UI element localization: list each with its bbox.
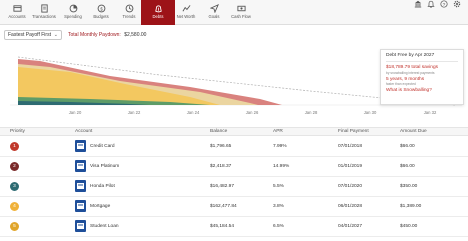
settings-icon[interactable] xyxy=(453,0,461,8)
snowballing-link[interactable]: What is Snowballing? xyxy=(386,88,458,93)
priority-badge: 3 xyxy=(10,182,19,191)
final-payment: 07/01/2020 xyxy=(338,184,363,189)
apr: 14.99% xyxy=(273,164,290,169)
apr: 6.5% xyxy=(273,224,284,229)
priority-badge: 4 xyxy=(10,202,19,211)
x-tick-label: Jan 30 xyxy=(364,110,377,115)
help-icon[interactable]: ? xyxy=(440,0,448,8)
final-payment: 07/01/2018 xyxy=(338,144,363,149)
top-navigation: Accounts Transactions Spending $ Budgets… xyxy=(0,0,468,25)
x-tick-label: Jan 32 xyxy=(424,110,437,115)
account-name: Mortgage xyxy=(90,204,111,209)
time-saved-note: faster than expected xyxy=(386,82,416,87)
bank-logo-icon xyxy=(75,140,86,152)
final-payment: 04/01/2027 xyxy=(338,224,363,229)
x-tick-label: Jan 24 xyxy=(187,110,200,115)
nav-cash-flow[interactable]: Cash Flow xyxy=(224,0,258,25)
priority-badge: 2 xyxy=(10,162,19,171)
bank-logo-icon xyxy=(75,220,86,232)
balance: $16,482.97 xyxy=(210,184,235,189)
priority-badge: 5 xyxy=(10,222,19,231)
amount-due: $450.00 xyxy=(400,224,418,229)
payoff-strategy-select[interactable]: Fastest Payoff First ⌄ xyxy=(4,30,62,40)
col-account[interactable]: Account xyxy=(75,128,92,136)
nav-label: Cash Flow xyxy=(231,14,251,19)
table-row[interactable]: 5 Student Loan $45,184.54 6.5% 04/01/202… xyxy=(0,217,468,237)
bank-logo-icon xyxy=(75,180,86,192)
x-tick-label: Jan 22 xyxy=(128,110,141,115)
final-payment: 01/01/2019 xyxy=(338,164,363,169)
accounts-icon xyxy=(12,5,22,12)
table-row[interactable]: 4 Mortgage $162,477.84 3.8% 06/01/2028 $… xyxy=(0,197,468,217)
transactions-icon xyxy=(40,4,48,13)
col-amount-due[interactable]: Amount Due xyxy=(400,128,427,136)
col-priority[interactable]: Priority xyxy=(10,128,25,136)
debts-icon xyxy=(154,5,162,13)
bank-icon[interactable] xyxy=(414,0,422,8)
net-worth-icon xyxy=(182,5,190,12)
balance: $162,477.84 xyxy=(210,204,237,209)
x-tick-label: Jan 28 xyxy=(305,110,318,115)
account-name: Visa Platinum xyxy=(90,164,120,169)
svg-text:?: ? xyxy=(443,2,446,8)
balance: $1,796.65 xyxy=(210,144,232,149)
paydown-value: $2,580.00 xyxy=(124,32,147,38)
priority-badge: 1 xyxy=(10,142,19,151)
total-savings-note: by snowballing interest payments xyxy=(386,70,435,75)
col-final-payment[interactable]: Final Payment xyxy=(338,128,369,136)
apr: 7.99% xyxy=(273,144,287,149)
table-row[interactable]: 2 Visa Platinum $2,418.37 14.99% 01/01/2… xyxy=(0,157,468,177)
account-name: Student Loan xyxy=(90,224,119,229)
strategy-value: Fastest Payoff First xyxy=(8,32,51,38)
svg-text:$: $ xyxy=(100,6,103,11)
apr: 5.5% xyxy=(273,184,284,189)
cash-flow-icon xyxy=(236,5,246,12)
table-row[interactable]: 1 Credit Card $1,796.65 7.99% 07/01/2018… xyxy=(0,137,468,157)
amount-due: $1,389.00 xyxy=(400,204,422,209)
table-row[interactable]: 3 Honda Pilot $16,482.97 5.5% 07/01/2020… xyxy=(0,177,468,197)
bank-logo-icon xyxy=(75,200,86,212)
x-tick-label: Jan 26 xyxy=(246,110,259,115)
monthly-paydown-summary: Total Monthly Paydown: $2,580.00 xyxy=(68,30,146,40)
chevron-down-icon: ⌄ xyxy=(53,32,58,38)
col-balance[interactable]: Balance xyxy=(210,128,227,136)
bell-icon[interactable] xyxy=(427,0,435,8)
x-tick-label: Jan 20 xyxy=(69,110,82,115)
goals-icon xyxy=(209,4,219,13)
paydown-label: Total Monthly Paydown: xyxy=(68,32,121,38)
spending-icon xyxy=(69,4,77,13)
apr: 3.8% xyxy=(273,204,284,209)
debts-table-header: Priority Account Balance APR Final Payme… xyxy=(0,127,468,136)
balance: $2,418.37 xyxy=(210,164,232,169)
trends-icon xyxy=(125,4,133,13)
amount-due: $66.00 xyxy=(400,164,415,169)
account-name: Honda Pilot xyxy=(90,184,115,189)
debt-free-title: Debt Free by Apr 2027 xyxy=(386,53,458,62)
final-payment: 06/01/2028 xyxy=(338,204,363,209)
debt-free-card: Debt Free by Apr 2027 $18,789.79 total s… xyxy=(380,49,464,105)
amount-due: $66.00 xyxy=(400,144,415,149)
balance: $45,184.54 xyxy=(210,224,235,229)
account-name: Credit Card xyxy=(90,144,115,149)
bank-logo-icon xyxy=(75,160,86,172)
budgets-icon: $ xyxy=(97,4,105,13)
amount-due: $350.00 xyxy=(400,184,418,189)
col-apr[interactable]: APR xyxy=(273,128,283,136)
